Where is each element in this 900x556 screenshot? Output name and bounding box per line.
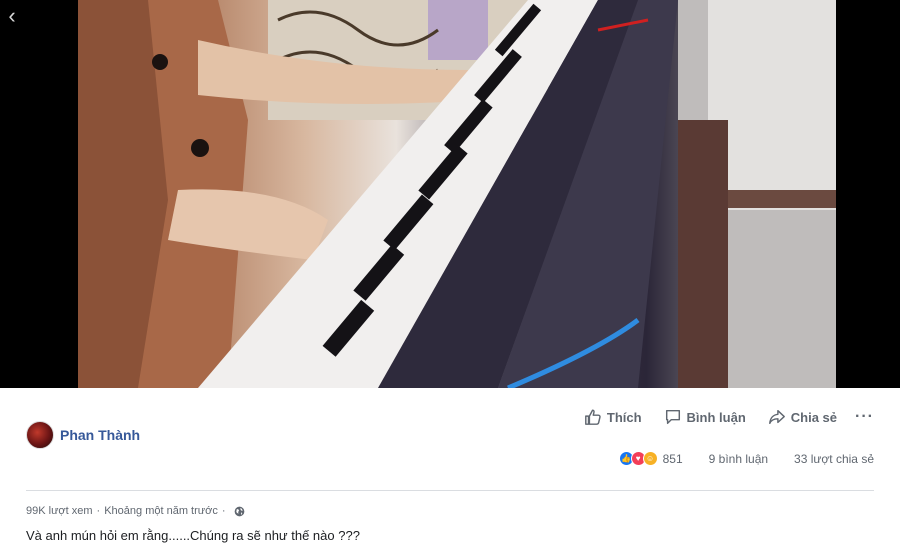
divider — [26, 490, 874, 491]
video-frame[interactable] — [78, 0, 836, 388]
comments-count-link[interactable]: 9 bình luận — [709, 452, 768, 466]
more-dots-icon[interactable]: ··· — [855, 408, 874, 426]
shares-count-link[interactable]: 33 lượt chia sẻ — [794, 452, 874, 466]
post-stats: 👍 ♥ ☺ 851 9 bình luận 33 lượt chia sẻ — [618, 451, 874, 466]
share-label: Chia sẻ — [790, 409, 838, 425]
thumbs-up-icon — [584, 409, 601, 425]
share-arrow-icon — [768, 409, 785, 425]
meta-separator-2: · — [221, 505, 226, 517]
comment-button[interactable]: Bình luận — [664, 408, 746, 426]
like-label: Thích — [606, 409, 642, 425]
reactions-summary[interactable]: 👍 ♥ ☺ 851 — [618, 451, 683, 466]
post-time-link[interactable]: Khoảng một năm trước — [104, 505, 218, 517]
avatar[interactable] — [26, 421, 54, 449]
action-bar: Thích Bình luận Chia sẻ ··· — [562, 408, 874, 426]
back-chevron-icon[interactable]: ‹ — [2, 4, 22, 28]
globe-icon[interactable] — [234, 506, 245, 517]
author-name-link[interactable]: Phan Thành — [60, 427, 140, 443]
comment-bubble-icon — [665, 409, 680, 425]
comment-label: Bình luận — [686, 409, 746, 425]
video-player[interactable]: ‹ — [0, 0, 900, 388]
post-caption: Và anh mún hỏi em rằng......Chúng ra sẽ … — [26, 528, 360, 543]
share-button[interactable]: Chia sẻ — [768, 408, 837, 426]
video-still — [78, 0, 836, 388]
post-author[interactable]: Phan Thành — [26, 421, 140, 449]
like-button[interactable]: Thích — [584, 408, 642, 426]
haha-reaction-icon: ☺ — [642, 451, 658, 466]
reaction-count: 851 — [662, 451, 683, 466]
post-meta: 99K lượt xem · Khoảng một năm trước · — [26, 505, 245, 517]
meta-separator: · — [96, 505, 101, 517]
view-count: 99K lượt xem — [26, 505, 93, 517]
